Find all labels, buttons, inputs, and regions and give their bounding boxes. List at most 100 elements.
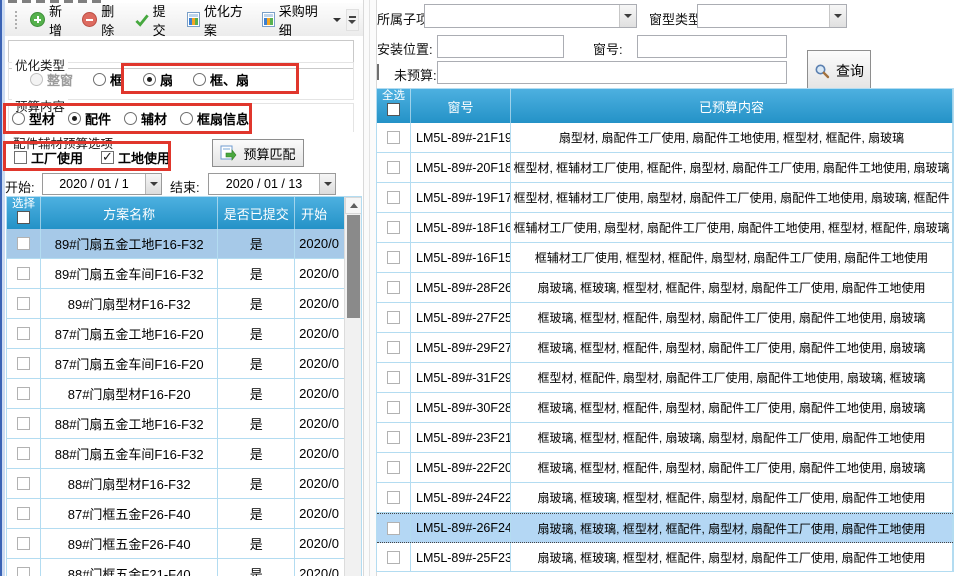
plan-select-all-checkbox[interactable] <box>17 211 30 224</box>
toolbar-overflow-button[interactable] <box>346 9 359 31</box>
budget-match-button[interactable]: 预算匹配 <box>212 139 304 167</box>
table-row[interactable]: LM5L-89#-26F24扇玻璃, 框玻璃, 框型材, 框配件, 扇型材, 扇… <box>377 513 953 543</box>
checkbox-control[interactable] <box>101 151 114 164</box>
table-row[interactable]: LM5L-89#-29F27框玻璃, 框型材, 框配件, 扇型材, 扇配件工厂使… <box>377 333 953 363</box>
row-checkbox[interactable] <box>387 191 400 204</box>
window-type-combo[interactable] <box>697 4 847 28</box>
table-row[interactable]: LM5L-89#-31F29框型材, 框配件, 扇型材, 扇配件工厂使用, 扇配… <box>377 363 953 393</box>
table-row[interactable]: 87#门扇五金工地F16-F20是2020/0 <box>7 319 361 349</box>
row-checkbox[interactable] <box>17 387 30 400</box>
scrollbar-up-button[interactable] <box>345 197 362 214</box>
row-checkbox[interactable] <box>17 327 30 340</box>
row-checkbox[interactable] <box>17 537 30 550</box>
not-budgeted-checkbox[interactable] <box>377 64 379 80</box>
table-row[interactable]: 88#门扇五金工地F16-F32是2020/0 <box>7 409 361 439</box>
table-row[interactable]: 89#门扇五金工地F16-F32是2020/0 <box>7 229 361 259</box>
row-checkbox[interactable] <box>387 251 400 264</box>
row-checkbox[interactable] <box>387 311 400 324</box>
start-date-picker[interactable]: 2020 / 01 / 1 <box>42 173 162 195</box>
install-position-input[interactable] <box>437 35 564 58</box>
table-row[interactable]: 88#门框五金F21-F40是2020/0 <box>7 559 361 576</box>
window-no-input[interactable] <box>637 35 787 58</box>
row-checkbox[interactable] <box>17 267 30 280</box>
row-checkbox[interactable] <box>387 522 400 535</box>
row-checkbox[interactable] <box>17 237 30 250</box>
radio-option[interactable]: 辅材 <box>124 109 167 128</box>
row-checkbox[interactable] <box>387 131 400 144</box>
row-checkbox[interactable] <box>387 461 400 474</box>
table-row[interactable]: LM5L-89#-16F15框辅材工厂使用, 框型材, 框配件, 扇型材, 扇配… <box>377 243 953 273</box>
table-row[interactable]: LM5L-89#-22F20框玻璃, 框型材, 框配件, 扇型材, 扇配件工厂使… <box>377 453 953 483</box>
radio-option[interactable]: 配件 <box>68 109 111 128</box>
row-checkbox[interactable] <box>387 431 400 444</box>
table-row[interactable]: LM5L-89#-28F26扇玻璃, 框玻璃, 框型材, 框配件, 扇型材, 扇… <box>377 273 953 303</box>
add-button[interactable]: 新增 <box>25 0 77 42</box>
table-row[interactable]: LM5L-89#-18F16框辅材工厂使用, 扇型材, 扇配件工厂使用, 扇配件… <box>377 213 953 243</box>
table-row[interactable]: LM5L-89#-23F21框玻璃, 框型材, 框配件, 扇玻璃, 扇型材, 扇… <box>377 423 953 453</box>
table-row[interactable]: 88#门扇型材F16-F32是2020/0 <box>7 469 361 499</box>
row-checkbox[interactable] <box>17 507 30 520</box>
end-date-dropdown-icon[interactable] <box>319 174 335 194</box>
panel-splitter[interactable] <box>363 0 377 576</box>
radio-control[interactable] <box>143 73 156 86</box>
radio-option[interactable]: 框扇信息 <box>180 109 249 128</box>
row-checkbox[interactable] <box>17 297 30 310</box>
row-checkbox[interactable] <box>387 491 400 504</box>
row-checkbox[interactable] <box>387 371 400 384</box>
table-row[interactable]: 89#门扇五金车间F16-F32是2020/0 <box>7 259 361 289</box>
table-row[interactable]: LM5L-89#-27F25框玻璃, 框型材, 框配件, 扇型材, 扇配件工厂使… <box>377 303 953 333</box>
row-checkbox[interactable] <box>387 281 400 294</box>
table-row[interactable]: LM5L-89#-19F17框型材, 框辅材工厂使用, 扇型材, 扇配件工厂使用… <box>377 183 953 213</box>
table-row[interactable]: 89#门扇型材F16-F32是2020/0 <box>7 289 361 319</box>
row-checkbox[interactable] <box>387 161 400 174</box>
purchase-detail-button[interactable]: 采购明细 <box>257 0 346 42</box>
select-all-checkbox[interactable] <box>387 103 400 116</box>
row-checkbox[interactable] <box>17 357 30 370</box>
toolbar-grip[interactable] <box>15 11 18 29</box>
table-row[interactable]: 87#门扇型材F16-F20是2020/0 <box>7 379 361 409</box>
row-checkbox[interactable] <box>17 417 30 430</box>
row-checkbox[interactable] <box>17 567 30 576</box>
row-checkbox[interactable] <box>17 477 30 490</box>
sub-item-combo[interactable] <box>424 4 637 28</box>
radio-control[interactable] <box>193 73 206 86</box>
table-row[interactable]: LM5L-89#-24F22扇玻璃, 框玻璃, 框型材, 框配件, 扇型材, 扇… <box>377 483 953 513</box>
table-row[interactable]: LM5L-89#-20F18框型材, 框辅材工厂使用, 框配件, 扇型材, 扇配… <box>377 153 953 183</box>
end-date-picker[interactable]: 2020 / 01 / 13 <box>208 173 336 195</box>
submit-button[interactable]: 提交 <box>130 0 182 42</box>
radio-option[interactable]: 框 <box>93 70 123 89</box>
radio-control[interactable] <box>180 112 193 125</box>
table-row[interactable]: LM5L-89#-25F23扇玻璃, 框玻璃, 框型材, 框配件, 扇型材, 扇… <box>377 543 953 572</box>
table-row[interactable]: LM5L-89#-21F19扇型材, 扇配件工厂使用, 扇配件工地使用, 框型材… <box>377 123 953 153</box>
sub-item-dropdown-icon[interactable] <box>619 5 636 27</box>
window-type-dropdown-icon[interactable] <box>829 5 846 27</box>
radio-control[interactable] <box>12 112 25 125</box>
table-row[interactable]: 88#门扇五金车间F16-F32是2020/0 <box>7 439 361 469</box>
table-row[interactable]: LM5L-89#-30F28框玻璃, 框型材, 框配件, 扇型材, 扇配件工厂使… <box>377 393 953 423</box>
table-row[interactable]: 87#门扇五金车间F16-F20是2020/0 <box>7 349 361 379</box>
checkbox-option[interactable]: 工地使用 <box>101 148 170 167</box>
scrollbar-thumb[interactable] <box>347 215 360 318</box>
row-checkbox[interactable] <box>387 221 400 234</box>
row-checkbox[interactable] <box>387 341 400 354</box>
radio-control[interactable] <box>68 112 81 125</box>
delete-button[interactable]: 删除 <box>77 0 129 42</box>
row-checkbox[interactable] <box>387 401 400 414</box>
checkbox-option[interactable]: 工厂使用 <box>14 148 83 167</box>
start-date-dropdown-icon[interactable] <box>145 174 161 194</box>
checkbox-control[interactable] <box>14 151 27 164</box>
radio-control[interactable] <box>93 73 106 86</box>
table-row[interactable]: 89#门框五金F26-F40是2020/0 <box>7 529 361 559</box>
table-row[interactable]: 87#门框五金F26-F40是2020/0 <box>7 499 361 529</box>
radio-control[interactable] <box>124 112 137 125</box>
query-button[interactable]: 查询 <box>807 50 871 91</box>
row-checkbox[interactable] <box>387 551 400 564</box>
radio-option[interactable]: 框、扇 <box>193 70 249 89</box>
radio-option[interactable]: 扇 <box>143 70 173 89</box>
plan-table-scrollbar[interactable] <box>344 197 361 576</box>
radio-option[interactable]: 型材 <box>12 109 55 128</box>
row-checkbox[interactable] <box>17 447 30 460</box>
not-budgeted-input[interactable] <box>437 61 787 84</box>
optimize-plan-button[interactable]: 优化方案 <box>182 0 257 42</box>
budgeted-content-cell: 扇玻璃, 框玻璃, 框型材, 框配件, 扇型材, 扇配件工厂使用, 扇配件工地使… <box>511 543 953 572</box>
